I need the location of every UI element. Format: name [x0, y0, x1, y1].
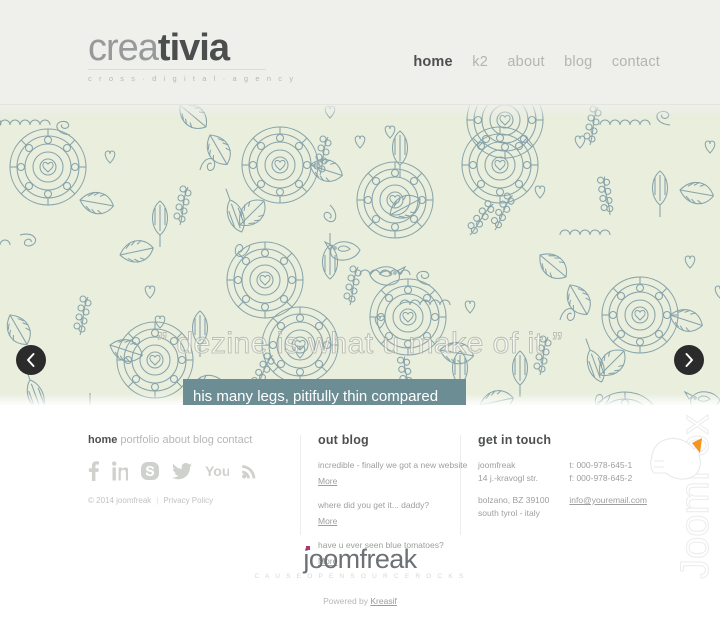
hero-slider: ” dezine is what u make of it ” his many…	[0, 105, 720, 405]
footer-nav-about[interactable]: about	[162, 434, 190, 446]
linkedin-icon[interactable]	[112, 461, 128, 481]
facebook-icon[interactable]	[88, 461, 99, 481]
caption-line-1: his many legs, pitifully thin compared	[193, 388, 439, 405]
blog-post-title[interactable]: where did you get it... daddy?	[318, 499, 458, 511]
copyright-separator: |	[156, 496, 159, 505]
phone-number: t: 000-978-645-1	[569, 460, 633, 470]
contact-address-block: joomfreak 14 j.-kravogl str. bolzano, BZ…	[478, 459, 549, 520]
fax-number: f: 000-978-645-2	[569, 473, 633, 483]
kreasif-link[interactable]: Kreasif	[370, 596, 396, 606]
nav-item-k2[interactable]: k2	[472, 54, 488, 70]
chevron-left-icon	[27, 353, 35, 367]
address-line-1: joomfreak	[478, 460, 516, 470]
youtube-icon[interactable]: You	[205, 463, 229, 479]
floral-pattern-background	[0, 105, 720, 405]
main-navigation: home k2 about blog contact	[413, 53, 660, 71]
contact-column-title: get in touch	[478, 433, 552, 447]
joomfreak-wordmark[interactable]: joomfreak	[303, 544, 417, 574]
nav-item-contact[interactable]: contact	[612, 54, 660, 70]
blog-post-more-link[interactable]: More	[318, 516, 337, 526]
twitter-icon[interactable]	[172, 462, 192, 480]
nav-item-about[interactable]: about	[507, 54, 544, 70]
site-footer: JoomFox JOOMLA TEMPLATES homeportfolioab…	[0, 405, 720, 626]
nav-item-blog[interactable]: blog	[564, 54, 592, 70]
joomfreak-tagline: C A U S E O P E N S O U R C E R O C K S	[254, 573, 466, 580]
logo-text-light: crea	[88, 27, 159, 69]
blog-post-more-link[interactable]: More	[318, 476, 337, 486]
logo-tagline: c r o s s · d i g i t a l · a g e n c y	[88, 74, 296, 83]
address-line-4: south tyrol - italy	[478, 508, 540, 518]
footer-contact-column: get in touch joomfreak 14 j.-kravogl str…	[478, 433, 658, 520]
site-header: creativia c r o s s · d i g i t a l · a …	[0, 0, 720, 105]
privacy-policy-link[interactable]: Privacy Policy	[163, 496, 213, 505]
copyright-text: © 2014 joomfreak	[88, 496, 152, 505]
site-logo[interactable]: creativia c r o s s · d i g i t a l · a …	[88, 28, 296, 83]
copyright-line: © 2014 joomfreak | Privacy Policy	[88, 496, 288, 505]
footer-nav-contact[interactable]: contact	[217, 434, 252, 446]
footer-links-column: home portfolio about blog contact You © …	[88, 433, 288, 505]
social-icons: You	[88, 461, 288, 481]
joomfreak-dot-accent	[306, 546, 311, 550]
footer-divider-1	[300, 435, 301, 535]
logo-text-bold: tivia	[157, 27, 230, 69]
blog-post-item: where did you get it... daddy? More	[318, 499, 458, 529]
logo-wordmark: creativia	[88, 28, 296, 68]
hero-caption-box: his many legs, pitifully thin compared w…	[183, 379, 466, 405]
email-link[interactable]: info@youremail.com	[569, 495, 647, 505]
powered-by-prefix: Powered by	[323, 596, 371, 606]
contact-details-grid: joomfreak 14 j.-kravogl str. bolzano, BZ…	[478, 459, 658, 520]
footer-columns: home portfolio about blog contact You © …	[0, 433, 720, 566]
comms-spacer	[569, 485, 647, 494]
footer-nav-blog[interactable]: blog	[193, 434, 214, 446]
slider-next-button[interactable]	[674, 345, 704, 375]
footer-divider-2	[460, 435, 461, 535]
address-line-2: 14 j.-kravogl str.	[478, 473, 538, 483]
joomfreak-name: joomfreak	[303, 544, 417, 574]
footer-nav-home[interactable]: home	[88, 434, 117, 446]
blog-post-item: incredible - finally we got a new websit…	[318, 459, 467, 489]
footer-nav-portfolio[interactable]: portfolio	[120, 434, 159, 446]
address-spacer	[478, 485, 549, 494]
page-root: creativia c r o s s · d i g i t a l · a …	[0, 0, 720, 626]
slider-prev-button[interactable]	[16, 345, 46, 375]
address-line-3: bolzano, BZ 39100	[478, 495, 550, 505]
nav-item-home[interactable]: home	[413, 54, 452, 70]
logo-underline	[88, 69, 266, 70]
svg-text:You: You	[205, 463, 229, 479]
powered-by-line: Powered by Kreasif	[0, 596, 720, 606]
blog-column-title: out blog	[318, 433, 369, 447]
blog-post-title[interactable]: incredible - finally we got a new websit…	[318, 459, 467, 471]
joomfreak-brand: joomfreak C A U S E O P E N S O U R C E …	[0, 545, 720, 606]
chevron-right-icon	[685, 353, 693, 367]
footer-navigation: home portfolio about blog contact	[88, 433, 288, 447]
rss-icon[interactable]	[242, 463, 257, 479]
contact-comms-block: t: 000-978-645-1 f: 000-978-645-2 info@y…	[569, 459, 647, 520]
skype-icon[interactable]	[141, 462, 159, 480]
